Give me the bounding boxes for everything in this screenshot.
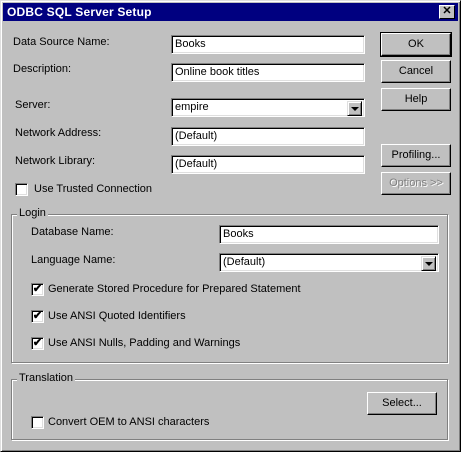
dsn-field[interactable]: Books [171,35,365,54]
network-address-value: (Default) [175,130,218,142]
generate-proc-checkbox[interactable]: ✔ [31,283,44,296]
network-library-value: (Default) [175,158,218,170]
language-name-select[interactable]: (Default) [219,253,439,272]
window-title: ODBC SQL Server Setup [7,5,152,19]
language-name-label: Language Name: [31,254,116,266]
title-bar[interactable]: ODBC SQL Server Setup ✕ [3,3,458,21]
network-address-field[interactable]: (Default) [171,127,365,146]
oem-to-ansi-checkbox[interactable] [31,416,44,429]
dialog-window: ODBC SQL Server Setup ✕ Data Source Name… [0,0,461,452]
trusted-connection-label[interactable]: Use Trusted Connection [34,183,152,196]
chevron-down-icon[interactable] [421,256,436,271]
database-name-value: Books [223,228,254,240]
network-address-label: Network Address: [15,127,102,139]
database-name-label: Database Name: [31,226,114,238]
database-name-field[interactable]: Books [219,225,439,244]
language-name-value: (Default) [223,256,266,268]
description-label: Description: [13,63,72,75]
ok-button[interactable]: OK [380,32,452,57]
ansi-nulls-checkbox[interactable]: ✔ [31,337,44,350]
cancel-button[interactable]: Cancel [381,60,451,83]
ansi-nulls-label[interactable]: Use ANSI Nulls, Padding and Warnings [48,337,240,350]
network-library-label: Network Library: [15,155,96,167]
description-field[interactable]: Online book titles [171,63,365,82]
translation-group-title: Translation [17,372,76,385]
dsn-value: Books [175,38,206,50]
generate-proc-label[interactable]: Generate Stored Procedure for Prepared S… [48,283,301,296]
login-group-title: Login [17,207,48,220]
options-button[interactable]: Options >> [381,172,451,195]
help-button[interactable]: Help [381,88,451,111]
dsn-label: Data Source Name: [13,36,110,48]
ansi-quoted-checkbox[interactable]: ✔ [31,310,44,323]
chevron-down-icon[interactable] [347,101,362,116]
close-icon[interactable]: ✕ [439,5,455,19]
ansi-quoted-label[interactable]: Use ANSI Quoted Identifiers [48,310,186,323]
description-value: Online book titles [175,66,260,78]
server-label: Server: [15,99,51,111]
oem-to-ansi-label[interactable]: Convert OEM to ANSI characters [48,416,209,429]
server-value: empire [175,101,209,113]
network-library-field[interactable]: (Default) [171,155,365,174]
profiling-button[interactable]: Profiling... [381,144,451,167]
select-button[interactable]: Select... [367,392,437,415]
trusted-connection-checkbox[interactable] [15,183,28,196]
server-select[interactable]: empire [171,98,365,117]
